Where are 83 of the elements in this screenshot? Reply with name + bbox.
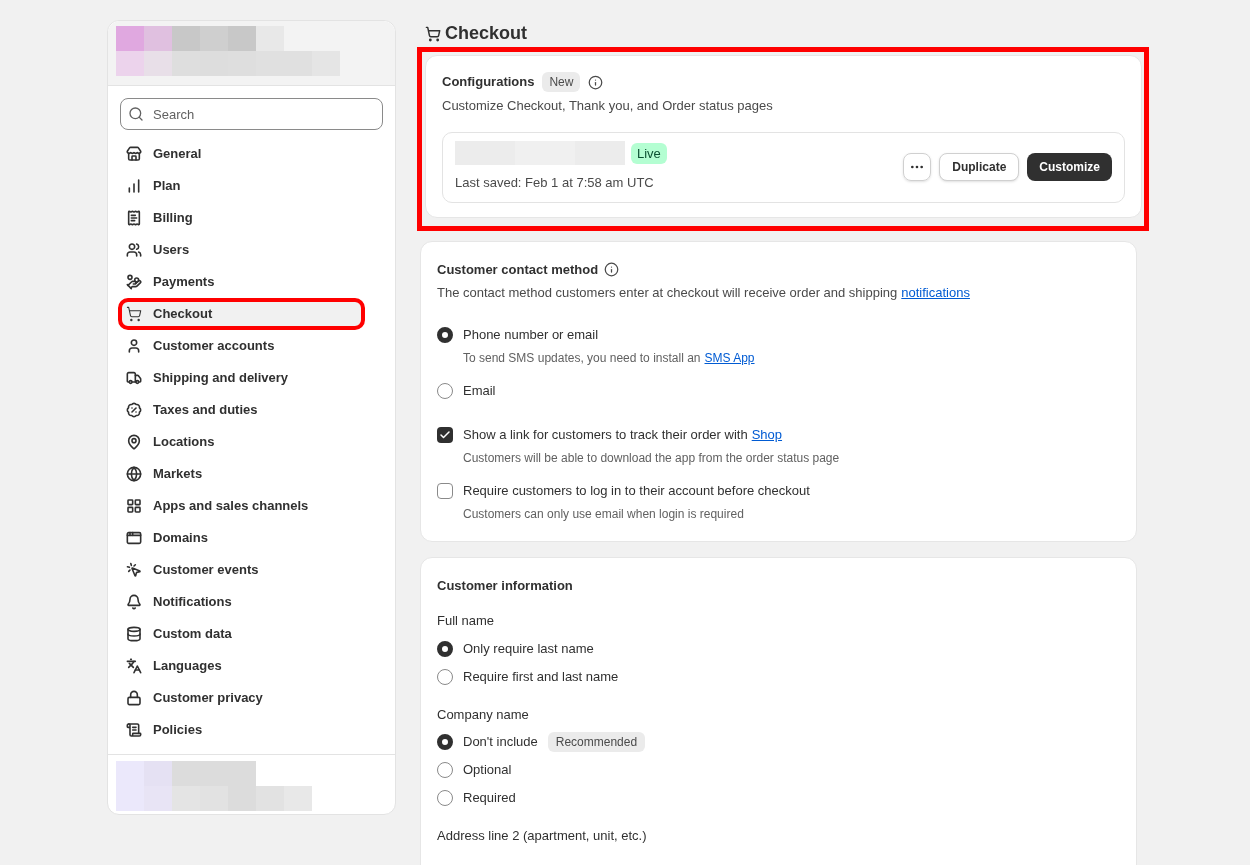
status-badge: Live	[631, 142, 667, 164]
page-title: Checkout	[445, 22, 527, 45]
sidebar-item[interactable]: Plan	[120, 172, 383, 200]
check-icon	[439, 428, 451, 441]
sidebar-item[interactable]: Policies	[120, 716, 383, 744]
recommended-badge: Recommended	[547, 732, 646, 752]
option-label: Don't include	[463, 733, 538, 752]
sidebar-item[interactable]: Billing	[120, 204, 383, 232]
info-icon[interactable]	[588, 74, 604, 90]
sidebar-item[interactable]: Customer accounts	[120, 332, 383, 360]
sidebar-item[interactable]: Apps and sales channels	[120, 492, 383, 520]
pointer-click-icon	[126, 562, 142, 578]
info-icon[interactable]	[604, 261, 620, 277]
truck-icon	[126, 370, 142, 386]
radio-button[interactable]	[437, 640, 453, 657]
radio-button[interactable]	[437, 668, 453, 685]
option-label: Optional	[463, 761, 512, 780]
card-title: Configurations	[442, 73, 535, 92]
search-icon	[128, 106, 144, 122]
sidebar-item[interactable]: Markets	[120, 460, 383, 488]
notifications-link[interactable]: notifications	[901, 283, 970, 303]
database-icon	[126, 626, 142, 642]
card-title: Customer contact method	[437, 260, 599, 279]
group-label: Address line 2 (apartment, unit, etc.)	[437, 827, 648, 845]
hand-icon	[126, 274, 142, 290]
sms-app-link[interactable]: SMS App	[704, 348, 755, 367]
window-icon	[126, 530, 142, 546]
option-label: Required	[463, 789, 516, 808]
help-text: To send SMS updates, you need to install an	[463, 349, 701, 367]
search-field[interactable]: Search	[120, 98, 383, 130]
sidebar-item[interactable]: Domains	[120, 524, 383, 552]
sidebar-item[interactable]: Checkout	[120, 300, 363, 328]
person-icon	[126, 338, 142, 354]
help-text: Customers will be able to download the app from the order status page	[463, 449, 840, 467]
card-title: Customer information	[437, 577, 573, 593]
sidebar-item[interactable]: Customer privacy	[120, 684, 383, 712]
bell-icon	[126, 594, 142, 610]
scroll-icon	[126, 722, 142, 738]
shop-link[interactable]: Shop	[751, 424, 783, 445]
card-description: The contact method customers enter at checkout will receive order and shipping	[437, 284, 898, 302]
bar-chart-icon	[126, 178, 142, 194]
grid-icon	[126, 498, 142, 514]
sidebar-item[interactable]: Custom data	[120, 620, 383, 648]
sidebar-item[interactable]: Shipping and delivery	[120, 364, 383, 392]
option-label: Require first and last name	[463, 667, 619, 686]
users-icon	[126, 242, 142, 258]
cart-icon	[425, 25, 441, 42]
option-label: Phone number or email	[463, 325, 599, 344]
sidebar-item[interactable]: Customer events	[120, 556, 383, 584]
radio-button[interactable]	[437, 382, 453, 399]
sidebar-item[interactable]: Taxes and duties	[120, 396, 383, 424]
store-icon	[126, 146, 142, 162]
sidebar-item[interactable]: Languages	[120, 652, 383, 680]
option-label: Only require last name	[463, 639, 594, 658]
lock-icon	[126, 690, 142, 706]
option-label: Email	[463, 381, 496, 400]
sidebar-item[interactable]: Locations	[120, 428, 383, 456]
sidebar-item[interactable]: General	[120, 140, 383, 168]
globe-icon	[126, 466, 142, 482]
radio-button[interactable]	[437, 762, 453, 778]
sidebar-item[interactable]: Users	[120, 236, 383, 264]
group-label: Full name	[437, 612, 496, 630]
radio-button[interactable]	[437, 734, 453, 750]
radio-button[interactable]	[437, 790, 453, 806]
pin-icon	[126, 434, 142, 450]
option-label: Require customers to log in to their account before checkout	[463, 481, 810, 500]
customize-button[interactable]: Customize	[1027, 153, 1112, 181]
group-label: Company name	[437, 705, 530, 724]
sidebar-item[interactable]: Payments	[120, 268, 383, 296]
help-text: Customers can only use email when login is required	[463, 505, 744, 523]
receipt-icon	[126, 210, 142, 226]
translate-icon	[126, 658, 142, 674]
radio-button[interactable]	[437, 326, 453, 343]
card-subtitle: Customize Checkout, Thank you, and Order status pages	[442, 97, 774, 115]
option-label: Show a link for customers to track their order with	[463, 425, 748, 444]
checkbox[interactable]	[437, 426, 453, 443]
checkbox[interactable]	[437, 482, 453, 499]
cart-icon	[126, 306, 142, 322]
new-badge: New	[542, 72, 581, 92]
last-saved-text: Last saved: Feb 1 at 7:58 am UTC	[455, 174, 655, 193]
percent-icon	[126, 402, 142, 418]
duplicate-button[interactable]: Duplicate	[939, 153, 1020, 181]
sidebar-item[interactable]: Notifications	[120, 588, 383, 616]
